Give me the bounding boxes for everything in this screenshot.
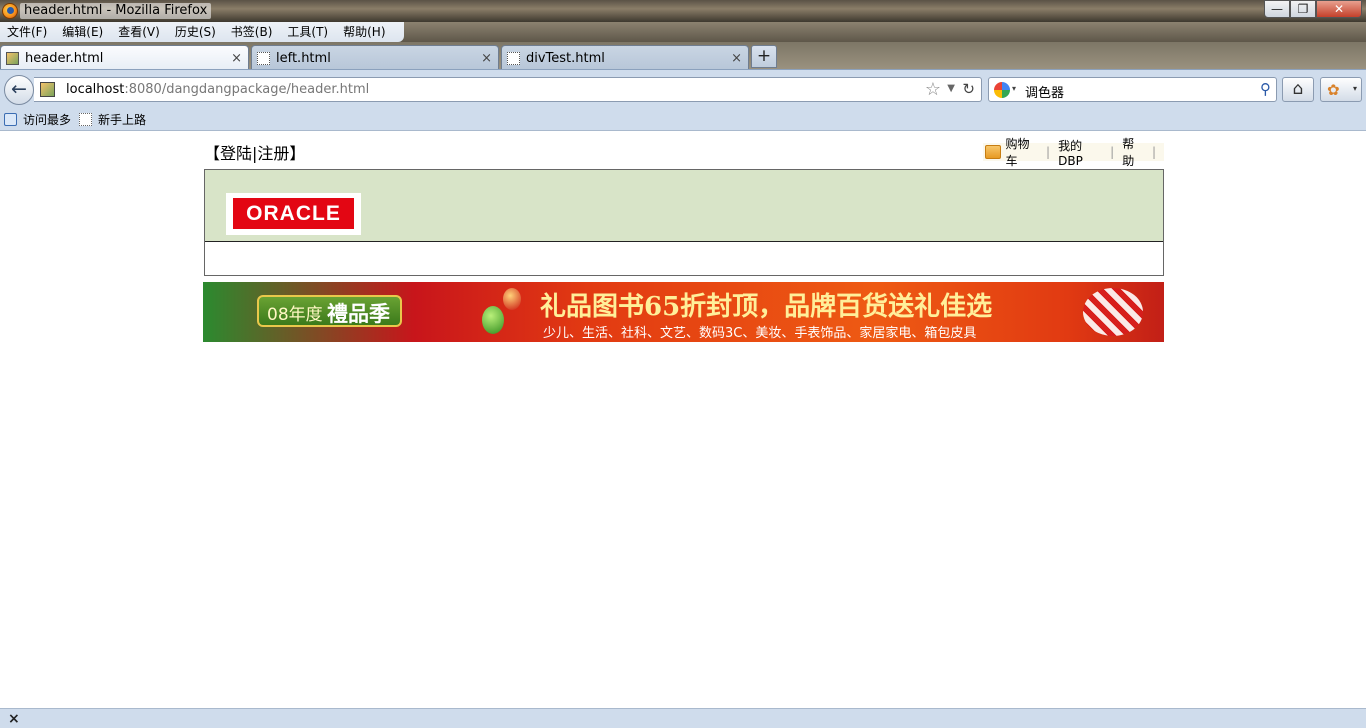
bookmark-star-icon[interactable]: ☆ (925, 79, 941, 100)
image-file-icon (6, 52, 19, 65)
home-button[interactable]: ⌂ (1282, 77, 1314, 102)
new-tab-button[interactable]: + (751, 45, 777, 68)
close-tab-icon[interactable]: × (231, 51, 242, 66)
close-tab-icon[interactable]: × (481, 51, 492, 66)
ornament-icon (482, 306, 504, 334)
ornament-icon (503, 288, 521, 310)
tab-label: header.html (25, 51, 104, 66)
oracle-logo[interactable]: ORACLE (233, 198, 354, 229)
cart-link[interactable]: 购物车 (1005, 135, 1038, 169)
menu-bookmarks[interactable]: 书签(B) (228, 22, 276, 42)
bookmarks-bar: 访问最多 新手上路 (0, 106, 1366, 131)
promo-banner[interactable]: 08年度 禮品季 礼品图书65折封顶，品牌百货送礼佳选 少儿、生活、社科、文艺、… (203, 282, 1164, 342)
banner-season-label: 禮品季 (327, 302, 390, 326)
minimize-button[interactable]: — (1264, 0, 1290, 18)
addon-icon: ✿ (1327, 81, 1340, 99)
my-account-link[interactable]: 我的DBP (1058, 137, 1102, 168)
google-icon[interactable] (994, 82, 1010, 98)
addon-button[interactable]: ✿ ▾ (1320, 77, 1362, 102)
tab-left-html[interactable]: left.html × (251, 45, 499, 70)
menu-edit[interactable]: 编辑(E) (59, 22, 106, 42)
login-register-link[interactable]: 【登陆|注册】 (204, 140, 305, 164)
url-host: localhost (66, 82, 125, 97)
banner-headline: 礼品图书65折封顶，品牌百货送礼佳选 (540, 292, 993, 322)
back-button[interactable]: ← (4, 75, 34, 105)
bookmark-most-visited[interactable]: 访问最多 (4, 111, 71, 128)
banner-subline: 少儿、生活、社科、文艺、数码3C、美妆、手表饰品、家居家电、箱包皮具 (543, 326, 977, 341)
tab-label: divTest.html (526, 51, 605, 66)
cart-icon (985, 145, 1002, 159)
candy-cane-icon (1083, 288, 1143, 336)
reload-icon[interactable]: ↻ (962, 80, 975, 98)
window-title: header.html - Mozilla Firefox (20, 3, 212, 19)
most-visited-icon (4, 113, 17, 126)
menu-bar: 文件(F) 编辑(E) 查看(V) 历史(S) 书签(B) 工具(T) 帮助(H… (0, 22, 1366, 42)
search-input[interactable]: 调色器 (1025, 82, 1064, 101)
menu-history[interactable]: 历史(S) (172, 22, 219, 42)
close-addon-bar-icon[interactable]: × (8, 711, 20, 727)
menu-view[interactable]: 查看(V) (115, 22, 163, 42)
firefox-icon[interactable] (2, 3, 18, 19)
banner-year-label: 08年度 (267, 305, 323, 325)
menu-tools[interactable]: 工具(T) (284, 22, 331, 42)
tab-header-html[interactable]: header.html × (0, 45, 249, 71)
title-bar: header.html - Mozilla Firefox — ❐ ✕ (0, 0, 1366, 22)
bookmark-label: 访问最多 (23, 113, 72, 127)
search-engine-dropdown-icon[interactable]: ▾ (1012, 84, 1016, 93)
page-content: 【登陆|注册】 购物车 | 我的DBP | 帮助 | ORACLE 08年度 禮… (0, 132, 1366, 708)
window-controls: — ❐ ✕ (1264, 0, 1362, 18)
menu-help[interactable]: 帮助(H) (340, 22, 388, 42)
help-link[interactable]: 帮助 (1122, 135, 1144, 169)
close-tab-icon[interactable]: × (731, 51, 742, 66)
search-icon[interactable]: ⚲ (1260, 80, 1271, 98)
navigation-bar: ← localhost:8080/dangdangpackage/header.… (0, 69, 1366, 106)
site-identity-icon[interactable] (40, 82, 55, 97)
blank-page-icon (257, 52, 270, 65)
top-links: 购物车 | 我的DBP | 帮助 | (983, 137, 1164, 168)
url-text[interactable]: localhost:8080/dangdangpackage/header.ht… (66, 82, 369, 97)
separator: | (1151, 145, 1156, 159)
history-dropdown-icon[interactable]: ▼ (947, 83, 955, 94)
bookmark-getting-started[interactable]: 新手上路 (79, 111, 146, 128)
tab-strip: header.html × left.html × divTest.html × (0, 42, 1366, 71)
close-window-button[interactable]: ✕ (1316, 0, 1362, 18)
url-bar[interactable]: localhost:8080/dangdangpackage/header.ht… (34, 77, 982, 102)
blank-page-icon (507, 52, 520, 65)
tab-label: left.html (276, 51, 331, 66)
url-path: :8080/dangdangpackage/header.html (124, 82, 370, 97)
maximize-button[interactable]: ❐ (1290, 0, 1316, 18)
bookmark-label: 新手上路 (98, 113, 147, 127)
chevron-down-icon[interactable]: ▾ (1353, 84, 1357, 93)
header-box: ORACLE (204, 169, 1164, 276)
logo-area: ORACLE (205, 170, 1163, 242)
separator: | (1046, 145, 1051, 159)
tab-divtest-html[interactable]: divTest.html × (501, 45, 749, 70)
menu-file[interactable]: 文件(F) (4, 22, 50, 42)
separator: | (1110, 145, 1115, 159)
search-bar[interactable]: ▾ 调色器 ⚲ (988, 77, 1277, 102)
blank-page-icon (79, 113, 92, 126)
logo-frame: ORACLE (226, 193, 361, 235)
status-bar: × (0, 708, 1366, 728)
